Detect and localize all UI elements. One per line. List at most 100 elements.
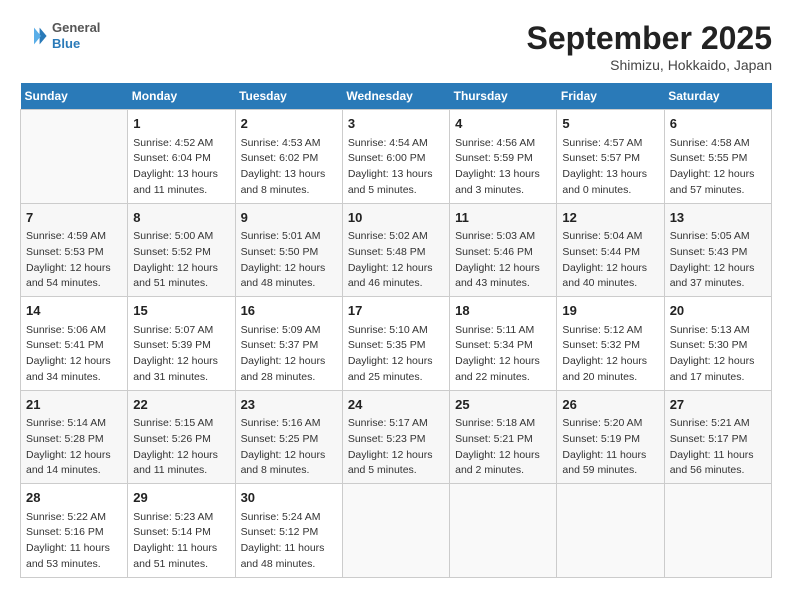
day-info: Sunrise: 5:03 AM Sunset: 5:46 PM Dayligh…	[455, 229, 551, 292]
day-number: 22	[133, 395, 229, 415]
day-number: 21	[26, 395, 122, 415]
calendar-cell: 21Sunrise: 5:14 AM Sunset: 5:28 PM Dayli…	[21, 390, 128, 484]
calendar-cell: 2Sunrise: 4:53 AM Sunset: 6:02 PM Daylig…	[235, 110, 342, 204]
day-of-week-header: Thursday	[450, 83, 557, 110]
calendar-cell: 4Sunrise: 4:56 AM Sunset: 5:59 PM Daylig…	[450, 110, 557, 204]
day-number: 12	[562, 208, 658, 228]
calendar-cell: 6Sunrise: 4:58 AM Sunset: 5:55 PM Daylig…	[664, 110, 771, 204]
day-number: 24	[348, 395, 444, 415]
day-info: Sunrise: 5:14 AM Sunset: 5:28 PM Dayligh…	[26, 416, 122, 479]
day-info: Sunrise: 5:23 AM Sunset: 5:14 PM Dayligh…	[133, 510, 229, 573]
day-of-week-header: Saturday	[664, 83, 771, 110]
day-number: 19	[562, 301, 658, 321]
day-number: 3	[348, 114, 444, 134]
day-info: Sunrise: 5:20 AM Sunset: 5:19 PM Dayligh…	[562, 416, 658, 479]
day-info: Sunrise: 5:21 AM Sunset: 5:17 PM Dayligh…	[670, 416, 766, 479]
day-number: 9	[241, 208, 337, 228]
day-info: Sunrise: 5:01 AM Sunset: 5:50 PM Dayligh…	[241, 229, 337, 292]
calendar-cell	[21, 110, 128, 204]
day-info: Sunrise: 5:24 AM Sunset: 5:12 PM Dayligh…	[241, 510, 337, 573]
day-info: Sunrise: 5:13 AM Sunset: 5:30 PM Dayligh…	[670, 323, 766, 386]
day-of-week-header: Tuesday	[235, 83, 342, 110]
day-number: 26	[562, 395, 658, 415]
calendar-cell: 3Sunrise: 4:54 AM Sunset: 6:00 PM Daylig…	[342, 110, 449, 204]
day-number: 7	[26, 208, 122, 228]
day-number: 29	[133, 488, 229, 508]
day-of-week-header: Monday	[128, 83, 235, 110]
day-number: 17	[348, 301, 444, 321]
day-info: Sunrise: 4:59 AM Sunset: 5:53 PM Dayligh…	[26, 229, 122, 292]
day-info: Sunrise: 4:56 AM Sunset: 5:59 PM Dayligh…	[455, 136, 551, 199]
day-number: 30	[241, 488, 337, 508]
day-number: 20	[670, 301, 766, 321]
calendar-cell: 13Sunrise: 5:05 AM Sunset: 5:43 PM Dayli…	[664, 203, 771, 297]
calendar-cell	[557, 484, 664, 578]
day-info: Sunrise: 5:15 AM Sunset: 5:26 PM Dayligh…	[133, 416, 229, 479]
logo-line1: General	[52, 20, 100, 36]
calendar-cell: 16Sunrise: 5:09 AM Sunset: 5:37 PM Dayli…	[235, 297, 342, 391]
day-number: 13	[670, 208, 766, 228]
day-info: Sunrise: 5:02 AM Sunset: 5:48 PM Dayligh…	[348, 229, 444, 292]
calendar-cell: 27Sunrise: 5:21 AM Sunset: 5:17 PM Dayli…	[664, 390, 771, 484]
day-info: Sunrise: 4:54 AM Sunset: 6:00 PM Dayligh…	[348, 136, 444, 199]
calendar-cell	[664, 484, 771, 578]
day-number: 15	[133, 301, 229, 321]
month-year: September 2025	[527, 20, 772, 57]
day-info: Sunrise: 4:52 AM Sunset: 6:04 PM Dayligh…	[133, 136, 229, 199]
day-number: 23	[241, 395, 337, 415]
day-info: Sunrise: 5:06 AM Sunset: 5:41 PM Dayligh…	[26, 323, 122, 386]
calendar-week-row: 7Sunrise: 4:59 AM Sunset: 5:53 PM Daylig…	[21, 203, 772, 297]
calendar-cell: 30Sunrise: 5:24 AM Sunset: 5:12 PM Dayli…	[235, 484, 342, 578]
calendar-cell: 8Sunrise: 5:00 AM Sunset: 5:52 PM Daylig…	[128, 203, 235, 297]
day-info: Sunrise: 4:57 AM Sunset: 5:57 PM Dayligh…	[562, 136, 658, 199]
logo-line2: Blue	[52, 36, 100, 52]
calendar-cell: 1Sunrise: 4:52 AM Sunset: 6:04 PM Daylig…	[128, 110, 235, 204]
calendar-cell: 26Sunrise: 5:20 AM Sunset: 5:19 PM Dayli…	[557, 390, 664, 484]
day-info: Sunrise: 5:00 AM Sunset: 5:52 PM Dayligh…	[133, 229, 229, 292]
day-info: Sunrise: 5:09 AM Sunset: 5:37 PM Dayligh…	[241, 323, 337, 386]
day-number: 1	[133, 114, 229, 134]
calendar-cell: 18Sunrise: 5:11 AM Sunset: 5:34 PM Dayli…	[450, 297, 557, 391]
calendar-cell: 24Sunrise: 5:17 AM Sunset: 5:23 PM Dayli…	[342, 390, 449, 484]
calendar-week-row: 21Sunrise: 5:14 AM Sunset: 5:28 PM Dayli…	[21, 390, 772, 484]
logo-icon	[20, 22, 48, 50]
calendar-cell: 22Sunrise: 5:15 AM Sunset: 5:26 PM Dayli…	[128, 390, 235, 484]
day-info: Sunrise: 5:22 AM Sunset: 5:16 PM Dayligh…	[26, 510, 122, 573]
day-info: Sunrise: 5:17 AM Sunset: 5:23 PM Dayligh…	[348, 416, 444, 479]
calendar-cell: 9Sunrise: 5:01 AM Sunset: 5:50 PM Daylig…	[235, 203, 342, 297]
day-info: Sunrise: 5:18 AM Sunset: 5:21 PM Dayligh…	[455, 416, 551, 479]
calendar-table: SundayMondayTuesdayWednesdayThursdayFrid…	[20, 83, 772, 578]
calendar-cell: 23Sunrise: 5:16 AM Sunset: 5:25 PM Dayli…	[235, 390, 342, 484]
calendar-cell: 25Sunrise: 5:18 AM Sunset: 5:21 PM Dayli…	[450, 390, 557, 484]
page-header: General Blue September 2025 Shimizu, Hok…	[20, 20, 772, 73]
day-info: Sunrise: 5:10 AM Sunset: 5:35 PM Dayligh…	[348, 323, 444, 386]
title-block: September 2025 Shimizu, Hokkaido, Japan	[527, 20, 772, 73]
calendar-cell: 10Sunrise: 5:02 AM Sunset: 5:48 PM Dayli…	[342, 203, 449, 297]
day-info: Sunrise: 4:58 AM Sunset: 5:55 PM Dayligh…	[670, 136, 766, 199]
day-info: Sunrise: 5:04 AM Sunset: 5:44 PM Dayligh…	[562, 229, 658, 292]
day-info: Sunrise: 5:12 AM Sunset: 5:32 PM Dayligh…	[562, 323, 658, 386]
calendar-week-row: 14Sunrise: 5:06 AM Sunset: 5:41 PM Dayli…	[21, 297, 772, 391]
calendar-cell: 28Sunrise: 5:22 AM Sunset: 5:16 PM Dayli…	[21, 484, 128, 578]
calendar-cell: 20Sunrise: 5:13 AM Sunset: 5:30 PM Dayli…	[664, 297, 771, 391]
day-number: 4	[455, 114, 551, 134]
calendar-cell: 14Sunrise: 5:06 AM Sunset: 5:41 PM Dayli…	[21, 297, 128, 391]
calendar-cell: 15Sunrise: 5:07 AM Sunset: 5:39 PM Dayli…	[128, 297, 235, 391]
day-number: 11	[455, 208, 551, 228]
day-number: 5	[562, 114, 658, 134]
day-of-week-header: Friday	[557, 83, 664, 110]
day-of-week-header: Sunday	[21, 83, 128, 110]
day-number: 27	[670, 395, 766, 415]
calendar-cell: 12Sunrise: 5:04 AM Sunset: 5:44 PM Dayli…	[557, 203, 664, 297]
day-number: 18	[455, 301, 551, 321]
day-number: 2	[241, 114, 337, 134]
day-info: Sunrise: 5:07 AM Sunset: 5:39 PM Dayligh…	[133, 323, 229, 386]
calendar-cell	[450, 484, 557, 578]
day-number: 14	[26, 301, 122, 321]
day-of-week-header: Wednesday	[342, 83, 449, 110]
location: Shimizu, Hokkaido, Japan	[527, 57, 772, 73]
day-info: Sunrise: 5:05 AM Sunset: 5:43 PM Dayligh…	[670, 229, 766, 292]
day-number: 28	[26, 488, 122, 508]
logo-text: General Blue	[52, 20, 100, 51]
calendar-week-row: 28Sunrise: 5:22 AM Sunset: 5:16 PM Dayli…	[21, 484, 772, 578]
